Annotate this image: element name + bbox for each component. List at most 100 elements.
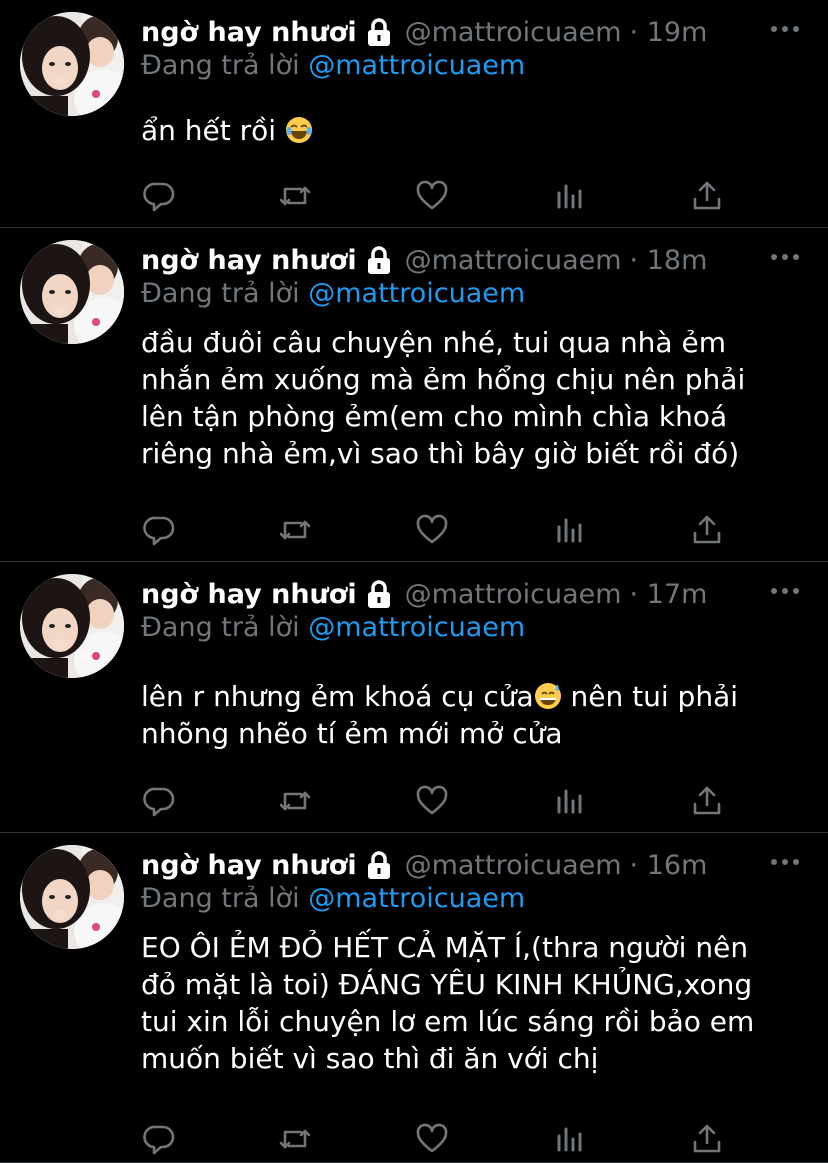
more-icon[interactable] (768, 242, 802, 272)
action-bar (141, 512, 741, 548)
avatar-photo (20, 574, 124, 678)
tweet-text-span: đỏ mặt là toi) ĐÁNG YÊU KINH KHỦNG,xong (141, 968, 753, 1001)
action-bar (141, 1121, 741, 1157)
tweet-text-span: nên tui phải (561, 680, 739, 713)
avatar[interactable] (20, 240, 124, 344)
display-name[interactable]: ngờ hay nhươi (141, 579, 357, 610)
handle[interactable]: @mattroicuaem (405, 850, 622, 881)
replying-to: Đang trả lời @mattroicuaem (141, 612, 525, 643)
tweet-text-span: lên r nhưng ẻm khoá cụ cửa (141, 680, 534, 713)
share-icon[interactable] (689, 512, 725, 548)
more-icon[interactable] (768, 14, 802, 44)
handle[interactable]: @mattroicuaem (405, 17, 622, 48)
display-name[interactable]: ngờ hay nhươi (141, 850, 357, 881)
timestamp[interactable]: · 17m (630, 579, 708, 610)
lock-icon (365, 850, 393, 880)
reply-handle[interactable]: @mattroicuaem (308, 612, 525, 643)
tweet-text-line: riêng nhà ẻm,vì sao thì bây giờ biết rồi… (141, 435, 791, 472)
tweet-header: ngờ hay nhươi @mattroicuaem · 17m (141, 574, 707, 614)
more-icon[interactable] (768, 847, 802, 877)
tweet-text-span: tui xin lỗi chuyện lơ em lúc sáng rồi bả… (141, 1005, 755, 1038)
views-icon[interactable] (553, 783, 589, 819)
reply-handle[interactable]: @mattroicuaem (308, 278, 525, 309)
replying-to: Đang trả lời @mattroicuaem (141, 883, 525, 914)
display-name[interactable]: ngờ hay nhươi (141, 17, 357, 48)
reply-handle[interactable]: @mattroicuaem (308, 50, 525, 81)
tweet-text-span: nhõng nhẽo tí ẻm mới mở cửa (141, 717, 563, 750)
grinning-sweat-emoji (534, 683, 561, 709)
action-bar (141, 178, 741, 214)
tweet-text-line: đầu đuôi câu chuyện nhé, tui qua nhà ẻm (141, 324, 791, 361)
laughing-emoji (285, 117, 312, 143)
tweet[interactable]: ngờ hay nhươi @mattroicuaem · 16m Đang t… (0, 833, 828, 1163)
tweet-text-line: lên tận phòng ẻm(em cho mình chìa khoá (141, 398, 791, 435)
more-icon[interactable] (768, 576, 802, 606)
reply-icon[interactable] (141, 1121, 177, 1157)
avatar[interactable] (20, 845, 124, 949)
retweet-icon[interactable] (277, 1121, 313, 1157)
retweet-icon[interactable] (277, 783, 313, 819)
avatar[interactable] (20, 12, 124, 116)
heart-icon[interactable] (414, 178, 450, 214)
tweet[interactable]: ngờ hay nhươi @mattroicuaem · 19m Đang t… (0, 0, 828, 228)
tweet-text-line: đỏ mặt là toi) ĐÁNG YÊU KINH KHỦNG,xong (141, 966, 791, 1003)
timestamp[interactable]: · 19m (630, 17, 708, 48)
lock-icon (365, 245, 393, 275)
views-icon[interactable] (553, 178, 589, 214)
tweet-text: lên r nhưng ẻm khoá cụ cửa nên tui phải n… (141, 678, 791, 752)
tweet-text-span: nhắn ẻm xuống mà ẻm hổng chịu nên phải (141, 363, 746, 396)
tweet-text-line: nhõng nhẽo tí ẻm mới mở cửa (141, 715, 791, 752)
timestamp[interactable]: · 18m (630, 245, 708, 276)
share-icon[interactable] (689, 178, 725, 214)
display-name[interactable]: ngờ hay nhươi (141, 245, 357, 276)
timestamp[interactable]: · 16m (630, 850, 708, 881)
avatar-photo (20, 12, 124, 116)
tweet-text-span: lên tận phòng ẻm(em cho mình chìa khoá (141, 400, 728, 433)
retweet-icon[interactable] (277, 178, 313, 214)
tweet-text-span: EO ÔI ẺM ĐỎ HẾT CẢ MẶT Í,(thra người nên (141, 931, 749, 964)
views-icon[interactable] (553, 1121, 589, 1157)
reply-prefix: Đang trả lời (141, 612, 300, 643)
tweet-text-span: ẩn hết rồi (141, 114, 277, 147)
heart-icon[interactable] (414, 1121, 450, 1157)
tweet-text: đầu đuôi câu chuyện nhé, tui qua nhà ẻm n… (141, 324, 791, 472)
reply-icon[interactable] (141, 512, 177, 548)
reply-prefix: Đang trả lời (141, 883, 300, 914)
heart-icon[interactable] (414, 512, 450, 548)
tweet-text-line: ẩn hết rồi (141, 112, 791, 149)
avatar-photo (20, 845, 124, 949)
tweet-text-line: EO ÔI ẺM ĐỎ HẾT CẢ MẶT Í,(thra người nên (141, 929, 791, 966)
action-bar (141, 783, 741, 819)
tweet-header: ngờ hay nhươi @mattroicuaem · 18m (141, 240, 707, 280)
tweet-text-line: muốn biết vì sao thì đi ăn với chị (141, 1040, 791, 1077)
handle[interactable]: @mattroicuaem (405, 579, 622, 610)
tweet-text-span: riêng nhà ẻm,vì sao thì bây giờ biết rồi… (141, 437, 740, 470)
handle[interactable]: @mattroicuaem (405, 245, 622, 276)
tweet[interactable]: ngờ hay nhươi @mattroicuaem · 17m Đang t… (0, 562, 828, 833)
replying-to: Đang trả lời @mattroicuaem (141, 278, 525, 309)
tweet-text-line: nhắn ẻm xuống mà ẻm hổng chịu nên phải (141, 361, 791, 398)
tweet-header: ngờ hay nhươi @mattroicuaem · 19m (141, 12, 707, 52)
tweet-text-line: lên r nhưng ẻm khoá cụ cửa nên tui phải (141, 678, 791, 715)
tweet-text-line: tui xin lỗi chuyện lơ em lúc sáng rồi bả… (141, 1003, 791, 1040)
lock-icon (365, 579, 393, 609)
avatar[interactable] (20, 574, 124, 678)
tweet-text-span: muốn biết vì sao thì đi ăn với chị (141, 1042, 599, 1075)
avatar-photo (20, 240, 124, 344)
tweet-text-span: đầu đuôi câu chuyện nhé, tui qua nhà ẻm (141, 326, 726, 359)
tweet-text: EO ÔI ẺM ĐỎ HẾT CẢ MẶT Í,(thra người nên… (141, 929, 791, 1077)
share-icon[interactable] (689, 1121, 725, 1157)
views-icon[interactable] (553, 512, 589, 548)
reply-icon[interactable] (141, 783, 177, 819)
retweet-icon[interactable] (277, 512, 313, 548)
replying-to: Đang trả lời @mattroicuaem (141, 50, 525, 81)
reply-prefix: Đang trả lời (141, 278, 300, 309)
reply-prefix: Đang trả lời (141, 50, 300, 81)
lock-icon (365, 17, 393, 47)
reply-handle[interactable]: @mattroicuaem (308, 883, 525, 914)
reply-icon[interactable] (141, 178, 177, 214)
share-icon[interactable] (689, 783, 725, 819)
tweet-header: ngờ hay nhươi @mattroicuaem · 16m (141, 845, 707, 885)
heart-icon[interactable] (414, 783, 450, 819)
tweet[interactable]: ngờ hay nhươi @mattroicuaem · 18m Đang t… (0, 228, 828, 562)
